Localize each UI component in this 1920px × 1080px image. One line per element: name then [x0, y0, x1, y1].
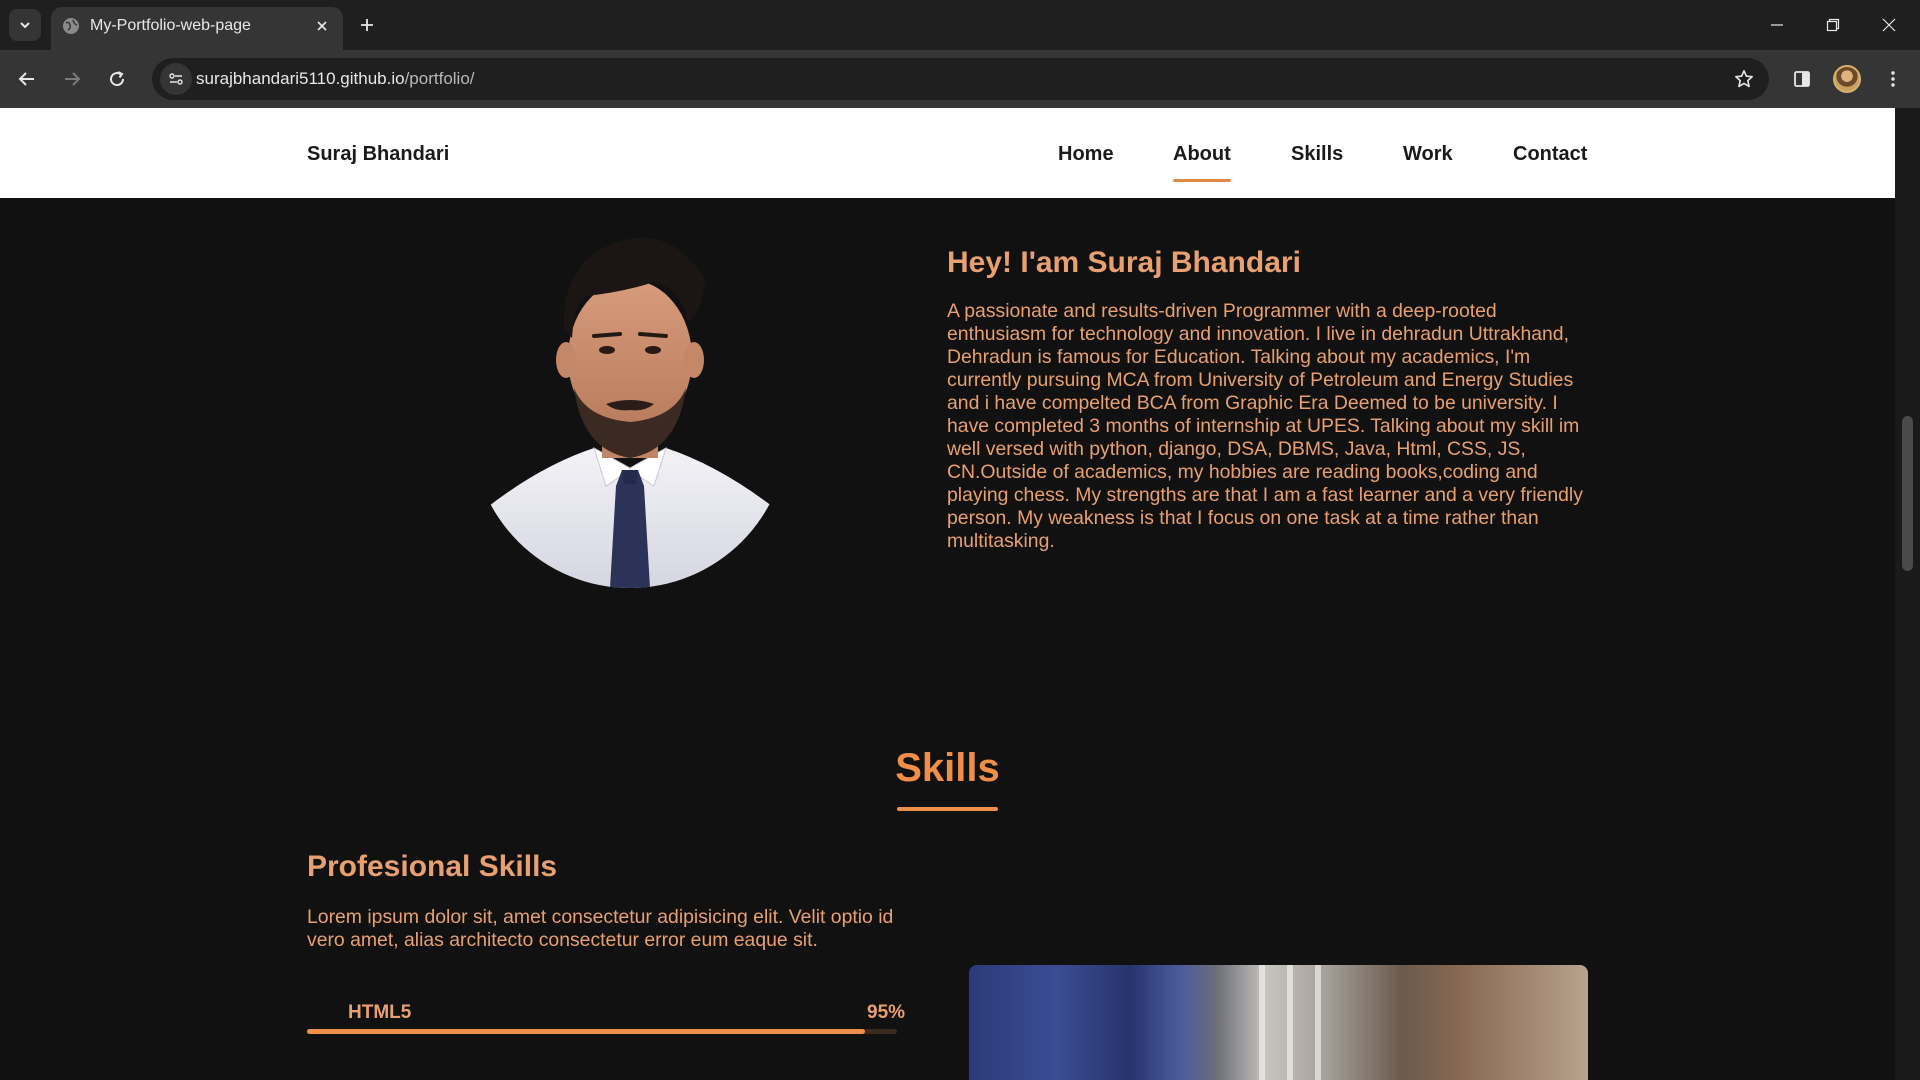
tab-title: My-Portfolio-web-page — [90, 17, 251, 34]
side-panel-button[interactable] — [1784, 61, 1820, 97]
minimize-button[interactable] — [1749, 0, 1805, 50]
skill-progress-track — [307, 1029, 897, 1034]
forward-button[interactable] — [54, 61, 90, 97]
plus-icon — [361, 19, 373, 31]
page-viewport: Suraj Bhandari Home About Skills Work Co… — [0, 108, 1895, 1080]
back-button[interactable] — [9, 61, 45, 97]
nav-link-home[interactable]: Home — [1058, 143, 1114, 166]
skills-photo — [969, 965, 1588, 1080]
reload-icon — [110, 71, 125, 87]
nav-link-skills[interactable]: Skills — [1291, 143, 1343, 166]
restore-button[interactable] — [1805, 0, 1861, 50]
star-icon — [1735, 70, 1753, 88]
url-host: surajbhandari5110.github.io — [196, 69, 405, 88]
restore-icon — [1826, 18, 1840, 32]
browser-tab-strip: My-Portfolio-web-page — [0, 0, 1920, 50]
close-icon — [317, 21, 327, 31]
more-vert-icon — [1891, 71, 1895, 87]
nav-link-contact[interactable]: Contact — [1513, 143, 1587, 166]
professional-skills-description: Lorem ipsum dolor sit, amet consectetur … — [307, 906, 894, 951]
skills-heading: Skills — [895, 746, 1000, 790]
url-text: surajbhandari5110.github.io/portfolio/ — [196, 69, 475, 89]
new-tab-button[interactable] — [353, 11, 381, 39]
close-window-button[interactable] — [1861, 0, 1917, 50]
skill-name: HTML5 — [348, 1002, 412, 1023]
site-brand[interactable]: Suraj Bhandari — [307, 143, 449, 166]
site-info-button[interactable] — [160, 63, 192, 95]
nav-link-about[interactable]: About — [1173, 143, 1231, 182]
arrow-left-icon — [18, 72, 34, 86]
skill-percent: 95% — [867, 1002, 906, 1023]
scrollbar-thumb[interactable] — [1902, 416, 1913, 571]
nav-link-work[interactable]: Work — [1403, 143, 1453, 166]
tab-search-button[interactable] — [9, 9, 41, 41]
chevron-down-icon — [20, 22, 30, 29]
side-panel-icon — [1794, 71, 1810, 87]
browser-tab-active[interactable]: My-Portfolio-web-page — [51, 7, 343, 50]
minimize-icon — [1771, 24, 1783, 26]
professional-skills-title: Profesional Skills — [307, 850, 558, 883]
page-scrollbar[interactable] — [1895, 108, 1920, 1080]
tune-icon — [169, 73, 183, 85]
globe-icon — [63, 18, 79, 34]
address-bar[interactable]: surajbhandari5110.github.io/portfolio/ — [152, 58, 1769, 100]
tab-close-button[interactable] — [311, 15, 333, 37]
url-path: /portfolio/ — [404, 69, 475, 88]
about-description: A passionate and results-driven Programm… — [947, 300, 1583, 552]
bookmark-button[interactable] — [1729, 64, 1759, 94]
site-navbar: Suraj Bhandari Home About Skills Work Co… — [0, 108, 1895, 198]
profile-avatar[interactable] — [1833, 65, 1861, 93]
about-title: Hey! I'am Suraj Bhandari — [947, 246, 1301, 279]
reload-button[interactable] — [99, 61, 135, 97]
skill-bar-html5: HTML5 95% — [307, 980, 917, 1050]
close-icon — [1882, 18, 1896, 32]
profile-photo — [474, 237, 787, 588]
browser-menu-button[interactable] — [1875, 61, 1911, 97]
skill-progress-fill — [307, 1029, 865, 1034]
skills-heading-underline — [897, 807, 998, 811]
arrow-right-icon — [65, 72, 81, 86]
browser-toolbar: surajbhandari5110.github.io/portfolio/ — [0, 50, 1920, 108]
